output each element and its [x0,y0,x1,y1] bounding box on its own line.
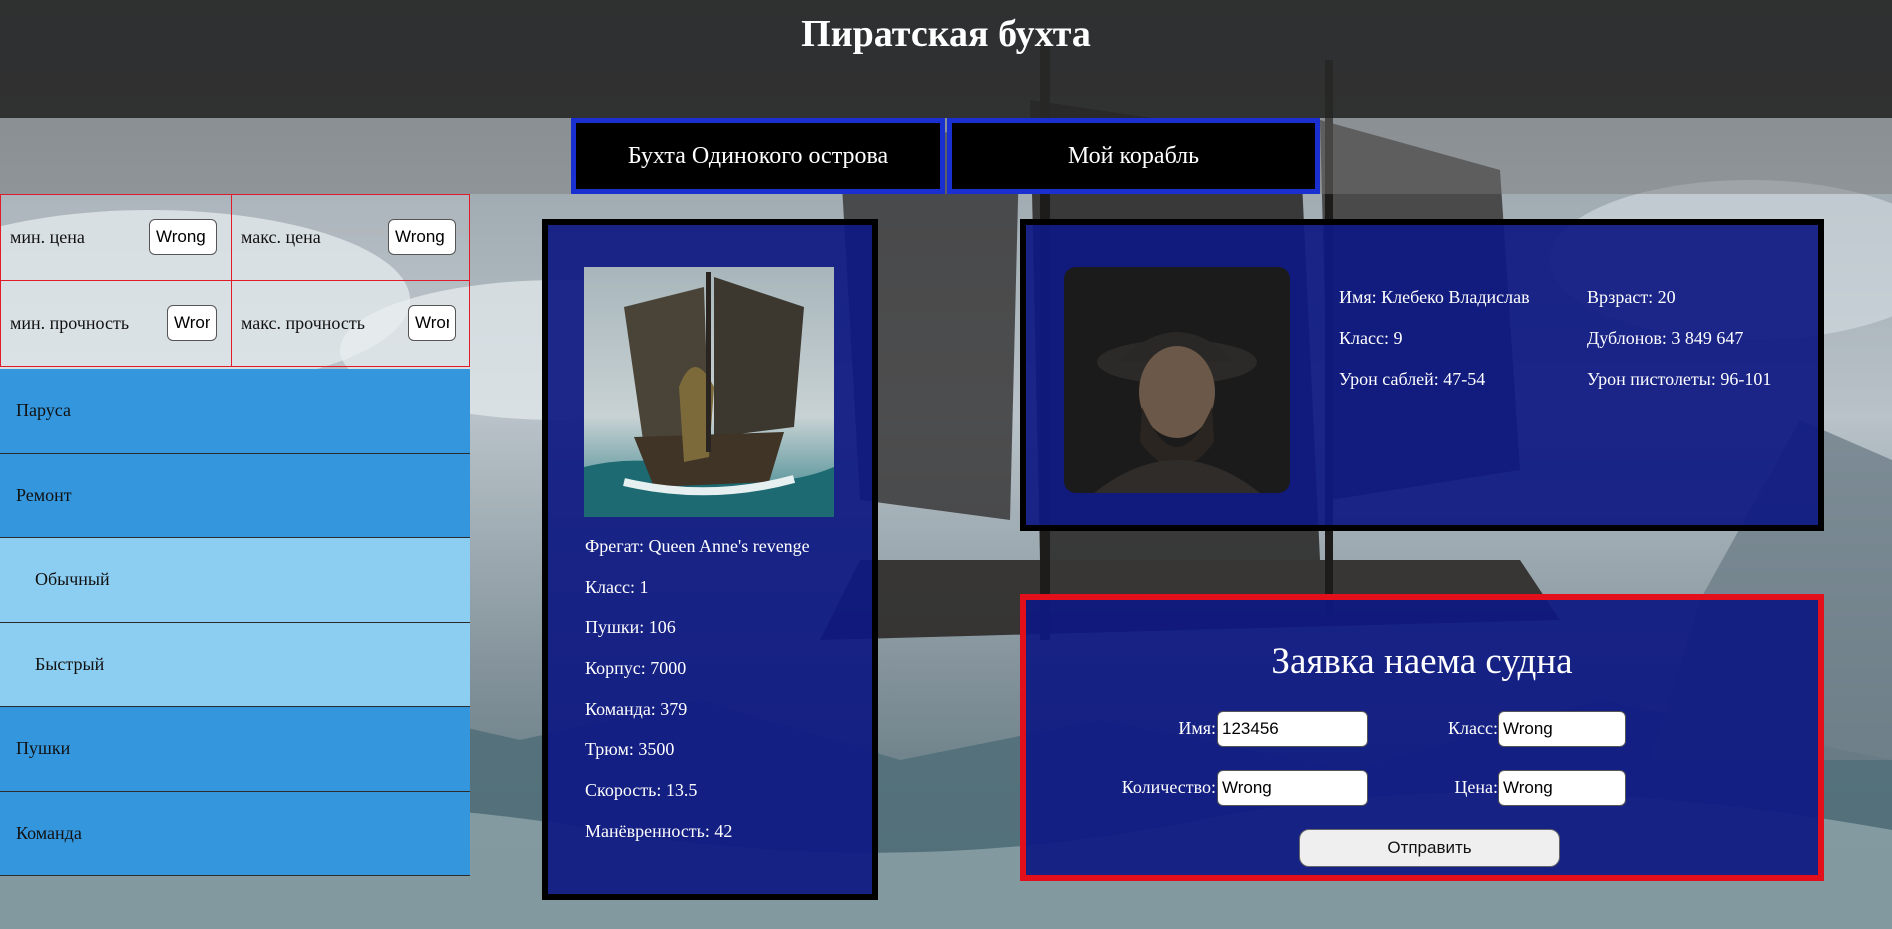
min-price-filter: мин. цена [0,194,232,281]
menu-item-repair-fast[interactable]: Быстрый [0,622,470,707]
min-price-label: мин. цена [10,227,85,247]
ship-hull: Корпус: 7000 [585,658,687,679]
nav-band [0,118,1892,194]
ship-maneuverability: Манёвренность: 42 [585,820,733,841]
quantity-label: Количество: [1121,777,1216,797]
max-price-input[interactable] [388,219,456,255]
menu-item-repair[interactable]: Ремонт [0,453,470,538]
category-menu: Паруса Ремонт Обычный Быстрый Пушки Кома… [0,369,470,876]
ship-speed: Скорость: 13.5 [585,780,698,801]
min-durability-input[interactable] [167,305,217,341]
captain-name: Имя: Клебеко Владислав [1339,287,1530,307]
captain-doubloons: Дублонов: 3 849 647 [1587,328,1744,348]
menu-item-cannons[interactable]: Пушки [0,707,470,792]
quantity-input[interactable] [1217,770,1368,806]
captain-class: Класс: 9 [1339,328,1403,348]
captain-age: Врзраст: 20 [1587,287,1676,307]
min-price-input[interactable] [149,219,217,255]
ship-cannons: Пушки: 106 [585,617,676,638]
ship-image [584,267,834,517]
max-durability-input[interactable] [408,305,456,341]
name-label: Имя: [1178,718,1216,738]
header-bar: Пиратская бухта [0,0,1892,118]
page-title: Пиратская бухта [801,13,1091,55]
hire-request-form: Заявка наема судна Имя: Класс: Количеств… [1020,594,1824,881]
price-input[interactable] [1498,770,1626,806]
captain-pistol-damage: Урон пистолеты: 96-101 [1587,369,1772,389]
max-durability-label: макс. прочность [241,313,365,333]
captain-avatar [1064,267,1290,493]
ship-card: Фрегат: Queen Anne's revenge Класс: 1 Пу… [542,219,878,900]
max-price-label: макс. цена [241,227,321,247]
captain-card: Имя: Клебеко Владислав Врзраст: 20 Класс… [1020,219,1824,531]
ship-name: Фрегат: Queen Anne's revenge [585,536,810,556]
class-label: Класс: [1448,718,1498,738]
submit-button[interactable]: Отправить [1299,829,1560,867]
menu-item-sails[interactable]: Паруса [0,369,470,454]
min-durability-label: мин. прочность [10,313,130,333]
ship-stats: Фрегат: Queen Anne's revenge Класс: 1 Пу… [585,534,810,860]
max-price-filter: макс. цена [231,194,470,281]
tab-my-ship[interactable]: Мой корабль [947,118,1320,194]
ship-class: Класс: 1 [585,576,649,597]
class-input[interactable] [1498,711,1626,747]
name-input[interactable] [1217,711,1368,747]
menu-item-repair-normal[interactable]: Обычный [0,538,470,623]
ship-crew: Команда: 379 [585,698,688,719]
max-durability-filter: макс. прочность [231,280,470,367]
menu-item-crew[interactable]: Команда [0,791,470,876]
price-label: Цена: [1454,777,1498,797]
ship-hold: Трюм: 3500 [585,739,675,760]
min-durability-filter: мин. прочность [0,280,232,367]
tab-lonely-island-bay[interactable]: Бухта Одинокого острова [571,118,945,194]
captain-saber-damage: Урон саблей: 47-54 [1339,369,1486,389]
form-title: Заявка наема судна [1271,641,1573,682]
